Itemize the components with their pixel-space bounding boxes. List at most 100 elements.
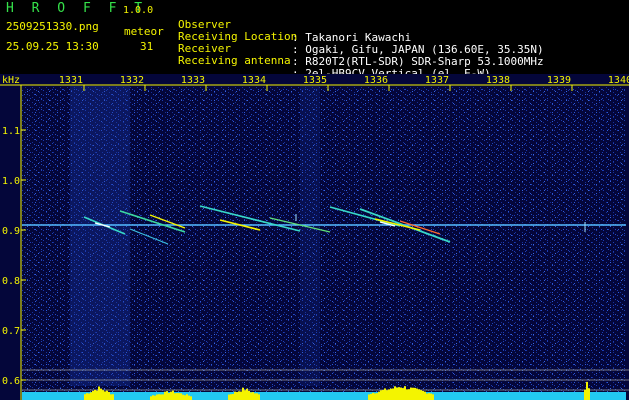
noise-band [300, 86, 320, 386]
activity-bar [170, 391, 172, 400]
activity-bar [424, 391, 426, 400]
unit-label: kHz [2, 75, 20, 86]
activity-bar [370, 393, 372, 400]
station-info: Observer : Takanori Kawachi Receiving Lo… [178, 5, 628, 80]
activity-bar [426, 393, 428, 400]
y-tick-label: 0.7 [2, 326, 20, 337]
x-tick-label: 1334 [242, 75, 266, 86]
activity-bar [160, 394, 162, 400]
activity-bar [412, 387, 414, 400]
activity-bar [378, 391, 380, 400]
activity-bar [166, 391, 168, 400]
activity-bar [230, 394, 232, 400]
activity-bar [84, 394, 86, 400]
activity-bar [100, 388, 102, 400]
activity-bar [416, 388, 418, 400]
activity-bar [246, 388, 248, 400]
activity-bar [186, 394, 188, 400]
activity-bar [258, 394, 260, 400]
activity-bar [430, 393, 432, 400]
activity-bar [90, 392, 92, 400]
activity-bar [588, 388, 590, 400]
activity-bar [418, 389, 420, 400]
activity-bar [414, 387, 416, 400]
activity-bar [586, 381, 588, 400]
meteor-label: meteor [124, 25, 164, 38]
activity-bar [112, 394, 114, 400]
activity-bar [402, 388, 404, 400]
activity-bar [104, 391, 106, 400]
activity-bar [392, 388, 394, 400]
activity-bar [428, 393, 430, 400]
activity-bar [162, 394, 164, 400]
activity-bar [406, 389, 408, 400]
spectrogram: kHz 1331 1332 1333 1334 1335 1336 1337 1338 1339… [0, 74, 629, 400]
activity-bar [174, 393, 176, 400]
activity-bar [394, 386, 396, 400]
activity-bar [190, 396, 192, 400]
noise-band [70, 86, 130, 386]
x-tick-label: 1335 [303, 75, 327, 86]
activity-bar [108, 392, 110, 400]
activity-bar [398, 387, 400, 400]
activity-bar [238, 391, 240, 400]
activity-bar [168, 393, 170, 400]
activity-bar [382, 389, 384, 400]
x-tick-label: 1332 [120, 75, 144, 86]
activity-bar [248, 390, 250, 400]
spectrogram-plot: kHz 1331 1332 1333 1334 1335 1336 1337 1338 1339… [0, 74, 629, 400]
info-key: Receiving antenna [178, 54, 291, 67]
x-tick-label: 1340 [608, 75, 629, 86]
activity-bar [244, 390, 246, 400]
activity-bar [374, 393, 376, 400]
y-tick-label: 1.1 [2, 126, 20, 137]
activity-bar [152, 395, 154, 400]
y-tick-label: 1.0 [2, 176, 20, 187]
app-version: 1.0.0 [123, 5, 154, 16]
activity-bar [180, 393, 182, 400]
activity-bar [410, 387, 412, 400]
activity-bar [242, 387, 244, 400]
activity-bar [584, 389, 586, 400]
activity-bar [236, 392, 238, 400]
x-tick-label: 1339 [547, 75, 571, 86]
activity-bar [256, 393, 258, 400]
y-tick-label: 0.6 [2, 376, 20, 387]
activity-bar [422, 390, 424, 400]
activity-bar [228, 394, 230, 400]
activity-bar [234, 391, 236, 400]
activity-bar [94, 389, 96, 400]
activity-bar [254, 393, 256, 400]
activity-bar [376, 393, 378, 400]
date-time: 25.09.25 13:30 [6, 40, 99, 53]
x-tick-label: 1338 [486, 75, 510, 86]
activity-bar [252, 392, 254, 400]
activity-bar [368, 394, 370, 400]
activity-bar [106, 390, 108, 400]
info-row-antenna: Receiving antenna : 2el-HB9CV Vertical (… [178, 41, 628, 80]
activity-bar [400, 387, 402, 400]
activity-bar [88, 393, 90, 400]
activity-bar [154, 395, 156, 400]
activity-bar [408, 389, 410, 400]
activity-bar [250, 392, 252, 400]
activity-bar [240, 391, 242, 400]
header-panel: H R O F F T 1.0.0 2509251330.png meteor … [0, 0, 629, 80]
activity-bar [432, 394, 434, 400]
x-tick-label: 1333 [181, 75, 205, 86]
meteor-count: 31 [140, 40, 154, 53]
y-tick-label: 0.9 [2, 226, 20, 237]
activity-bar [172, 390, 174, 400]
x-tick-label: 1337 [425, 75, 449, 86]
activity-bar [188, 395, 190, 400]
activity-bar [164, 391, 166, 400]
activity-bar [156, 394, 158, 400]
activity-bar [232, 393, 234, 400]
activity-bar [86, 393, 88, 400]
activity-bar [372, 392, 374, 400]
y-tick-label: 0.8 [2, 276, 20, 287]
activity-bar [96, 390, 98, 400]
activity-bar [92, 390, 94, 400]
x-tick-label: 1331 [59, 75, 83, 86]
activity-bar [390, 388, 392, 400]
